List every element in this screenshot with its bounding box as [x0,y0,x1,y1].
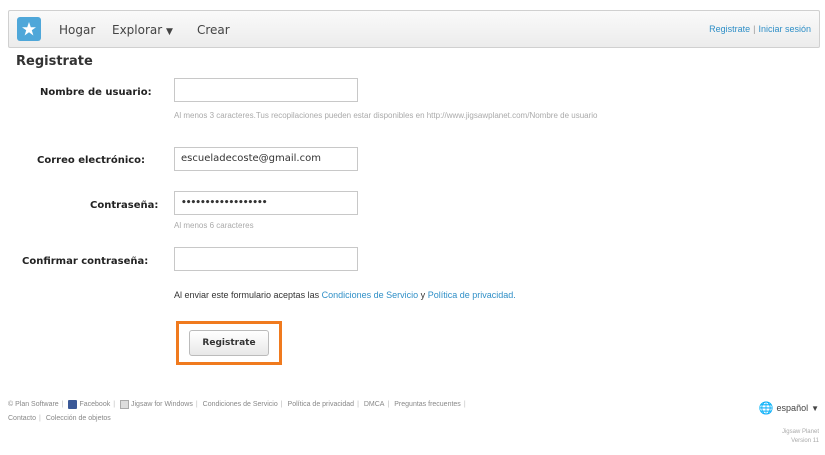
star-icon [22,22,36,36]
submit-highlight-box: Registrate [176,321,282,365]
confirm-password-input[interactable] [174,247,358,271]
caret-down-icon: ▼ [166,27,173,37]
legal-and: y [420,290,426,300]
nav-home-link[interactable]: Hogar [59,23,95,37]
footer-link[interactable]: Preguntas frecuentes [394,401,461,408]
username-hint: Al menos 3 caracteres.Tus recopilaciones… [174,111,598,120]
jigsaw-planet-logo-icon[interactable] [17,17,41,41]
footer-link[interactable]: © Plan Software [8,401,59,408]
language-selector[interactable]: 🌐 español ▼ [759,401,819,415]
version-info: Jigsaw Planet Version 11 [782,428,819,446]
legal-notice: Al enviar este formulario aceptas las Co… [174,290,516,300]
password-hint: Al menos 6 caracteres [174,221,254,230]
terms-link[interactable]: Condiciones de Servicio [322,290,419,300]
version-line: Jigsaw Planet [781,429,819,435]
language-label: español [776,403,809,413]
footer-link[interactable]: Colección de objetos [46,415,111,422]
username-input[interactable] [174,78,358,102]
nav-create-link[interactable]: Crear [197,23,230,37]
password-label: Contraseña: [90,200,159,211]
confirm-password-label: Confirmar contraseña: [22,256,149,267]
nav-explore-label: Explorar [112,23,163,37]
footer-link[interactable]: Condiciones de Servicio [203,401,278,408]
translate-icon: 🌐 [758,401,774,415]
register-submit-button[interactable]: Registrate [189,330,269,356]
page-title: Registrate [16,54,93,69]
login-link[interactable]: Iniciar sesión [758,24,811,34]
windows-app-icon [120,399,129,409]
email-input[interactable]: escueladecoste@gmail.com [174,147,358,171]
top-navigation-bar: Hogar Explorar ▼ Crear Registrate | Inicia… [8,10,820,48]
account-links: Registrate | Iniciar sesión [709,24,811,34]
nav-explore-menu[interactable]: Explorar ▼ [112,23,173,37]
facebook-icon [68,399,78,409]
footer-link[interactable]: DMCA [364,401,385,408]
footer-link[interactable]: Facebook [79,401,110,408]
privacy-link[interactable]: Política de privacidad. [428,290,516,300]
register-link[interactable]: Registrate [709,24,750,34]
footer-link[interactable]: Política de privacidad [288,401,355,408]
footer-links: © Plan Software | Facebook | Jigsaw for Wi… [8,399,466,422]
username-label: Nombre de usuario: [40,87,152,98]
footer-link[interactable]: Jigsaw for Windows [131,401,193,408]
email-label: Correo electrónico: [37,155,146,166]
legal-prefix: Al enviar este formulario aceptas las [174,290,320,300]
separator: | [753,24,756,34]
caret-down-icon: ▼ [811,403,819,413]
password-input[interactable]: •••••••••••••••••• [174,191,358,215]
footer-link[interactable]: Contacto [8,415,36,422]
version-line: Version 11 [791,438,819,444]
